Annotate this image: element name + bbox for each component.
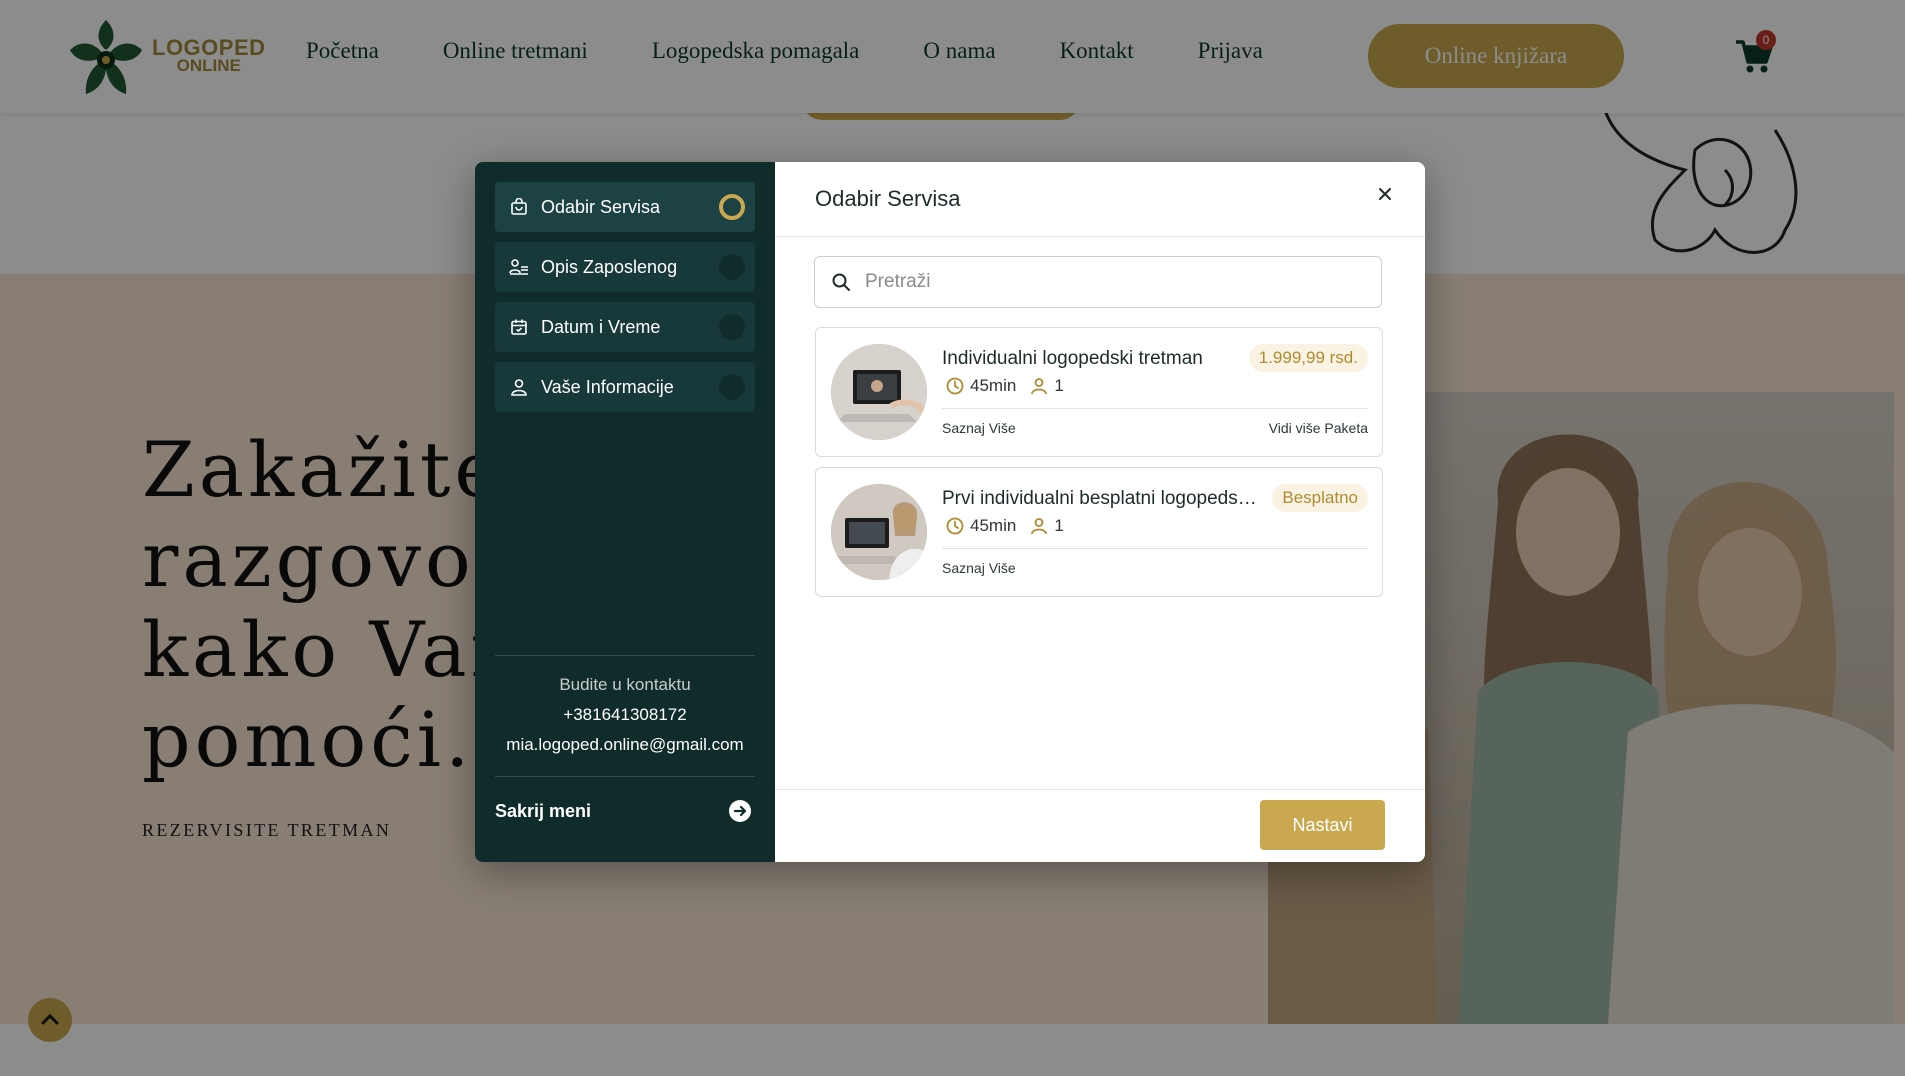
calendar-icon: [509, 317, 529, 337]
clock-icon: [946, 377, 964, 395]
hide-menu-label: Sakrij meni: [495, 800, 592, 821]
search-input[interactable]: [863, 270, 1347, 294]
view-packages-link[interactable]: Vidi više Paketa: [1269, 420, 1368, 436]
service-price: 1.999,99 rsd.: [1248, 344, 1368, 372]
search-box[interactable]: [814, 256, 1382, 308]
continue-button[interactable]: Nastavi: [1260, 800, 1385, 850]
close-icon[interactable]: [1375, 184, 1395, 204]
booking-steps: Odabir Servisa Opis Zaposlenog Datum i V…: [495, 182, 755, 422]
service-duration: 45min: [970, 516, 1017, 535]
step-status-indicator: [719, 314, 745, 340]
service-thumbnail: [831, 484, 927, 580]
service-name: Prvi individualni besplatni logopedski t…: [942, 488, 1262, 509]
service-name: Individualni logopedski tretman: [942, 348, 1203, 369]
booking-sidebar: Odabir Servisa Opis Zaposlenog Datum i V…: [475, 162, 775, 862]
step-label: Datum i Vreme: [541, 316, 661, 337]
step-date-time[interactable]: Datum i Vreme: [495, 302, 755, 352]
step-service-selection[interactable]: Odabir Servisa: [495, 182, 755, 232]
step-your-information[interactable]: Vaše Informacije: [495, 362, 755, 412]
booking-modal: Odabir Servisa Opis Zaposlenog Datum i V…: [475, 162, 1425, 862]
learn-more-link[interactable]: Saznaj Više: [942, 560, 1016, 576]
content-footer: Nastavi: [775, 789, 1425, 862]
service-meta: 45min 1: [946, 376, 1078, 396]
service-capacity: 1: [1054, 376, 1064, 395]
card-divider: [942, 408, 1368, 409]
clock-icon: [946, 517, 964, 535]
person-icon: [1030, 377, 1048, 395]
step-label: Opis Zaposlenog: [541, 256, 678, 277]
arrow-right-icon: [729, 800, 751, 822]
content-title: Odabir Servisa: [815, 186, 961, 211]
card-divider: [942, 548, 1368, 549]
hide-menu-button[interactable]: Sakrij meni: [495, 800, 755, 822]
service-meta: 45min 1: [946, 516, 1078, 536]
step-label: Odabir Servisa: [541, 196, 661, 217]
search-icon: [832, 273, 850, 291]
employee-icon: [509, 257, 529, 277]
step-status-indicator: [719, 374, 745, 400]
contact-heading: Budite u kontaktu: [559, 675, 691, 694]
contact-phone[interactable]: +381641308172: [495, 700, 755, 730]
service-thumbnail: [831, 344, 927, 440]
user-icon: [509, 377, 529, 397]
learn-more-link[interactable]: Saznaj Više: [942, 420, 1016, 436]
contact-info: Budite u kontaktu +381641308172 mia.logo…: [495, 655, 755, 777]
service-card[interactable]: Prvi individualni besplatni logopedski t…: [815, 467, 1383, 597]
service-card[interactable]: Individualni logopedski tretman 1.999,99…: [815, 327, 1383, 457]
service-duration: 45min: [970, 376, 1017, 395]
content-header: Odabir Servisa: [775, 162, 1425, 237]
step-employee-description[interactable]: Opis Zaposlenog: [495, 242, 755, 292]
service-price: Besplatno: [1272, 484, 1368, 512]
booking-content: Odabir Servisa Individualni logopedsk: [775, 162, 1425, 862]
person-icon: [1030, 517, 1048, 535]
bag-icon: [509, 197, 529, 217]
step-status-indicator: [719, 194, 745, 220]
step-status-indicator: [719, 254, 745, 280]
step-label: Vaše Informacije: [541, 376, 674, 397]
service-capacity: 1: [1054, 516, 1064, 535]
contact-email[interactable]: mia.logoped.online@gmail.com: [495, 730, 755, 760]
